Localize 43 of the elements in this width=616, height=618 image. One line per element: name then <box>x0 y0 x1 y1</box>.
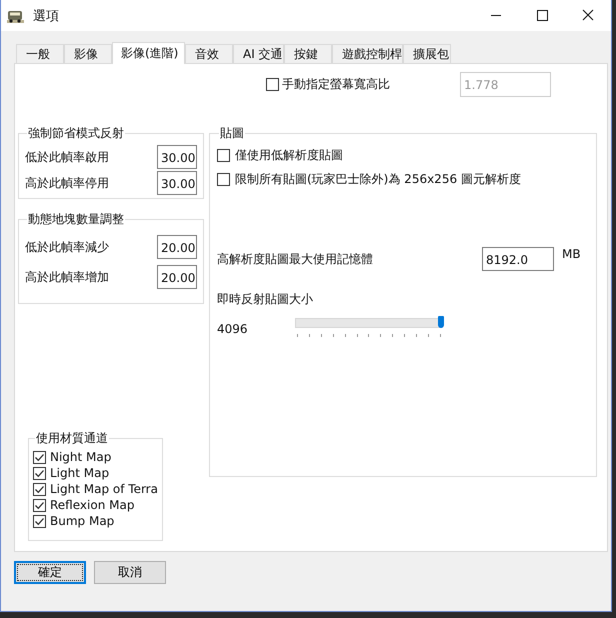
group-title: 強制節省模式反射 <box>27 125 125 142</box>
dialog-button[interactable]: 確定 <box>14 561 86 584</box>
checkbox[interactable] <box>33 450 46 464</box>
checkbox[interactable] <box>33 466 46 480</box>
checkbox[interactable] <box>33 482 46 496</box>
tab[interactable]: 按鍵 <box>284 44 332 63</box>
field-label: 高解析度貼圖最大使用記憶體 <box>217 250 374 268</box>
checkbox-label[interactable]: Light Map of Terra <box>50 482 158 496</box>
checkbox-label[interactable]: Reflexion Map <box>50 498 134 512</box>
checkbox-label[interactable]: Bump Map <box>50 514 114 528</box>
tab[interactable]: 影像(進階) <box>112 42 185 64</box>
field-label: 高於此幀率停用 <box>25 174 109 192</box>
checkbox[interactable] <box>33 514 46 528</box>
input-field[interactable]: 30.00 <box>157 171 197 195</box>
tab[interactable]: 影像 <box>64 44 112 63</box>
input-field[interactable]: 8192.0 <box>482 247 554 271</box>
tab[interactable]: AI 交通 <box>233 44 284 63</box>
window-title: 選項 <box>33 8 60 24</box>
field-label: 高於此幀率增加 <box>25 268 109 286</box>
tab[interactable]: 一般 <box>16 44 64 63</box>
checkbox-label[interactable]: Light Map <box>50 466 110 480</box>
group-title: 貼圖 <box>219 125 245 142</box>
input-field[interactable]: 20.00 <box>157 265 197 289</box>
checkbox-label[interactable]: 限制所有貼圖(玩家巴士除外)為 256x256 圖元解析度 <box>235 170 521 188</box>
dialog-button[interactable]: 取消 <box>94 561 166 584</box>
group-title: 動態地塊數量調整 <box>27 211 125 228</box>
checkbox-label[interactable]: Night Map <box>50 450 112 464</box>
input-field[interactable]: 20.00 <box>157 235 197 259</box>
field-label: 低於此幀率減少 <box>25 238 109 256</box>
group-title: 使用材質通道 <box>35 430 109 447</box>
field-label: 即時反射貼圖大小 <box>217 291 314 308</box>
input-field[interactable]: 30.00 <box>157 145 197 169</box>
slider[interactable] <box>295 316 442 337</box>
tab[interactable]: 遊戲控制桿 <box>332 44 403 63</box>
slider-value: 4096 <box>217 322 249 336</box>
unit-label: MB <box>562 247 581 261</box>
checkbox[interactable] <box>33 498 46 512</box>
tab[interactable]: 音效 <box>185 44 233 63</box>
checkbox[interactable] <box>217 148 230 162</box>
field-label: 低於此幀率啟用 <box>25 148 109 166</box>
checkbox-label[interactable]: 僅使用低解析度貼圖 <box>235 146 343 164</box>
tab[interactable]: 擴展包 <box>403 44 451 63</box>
checkbox[interactable] <box>217 172 230 186</box>
